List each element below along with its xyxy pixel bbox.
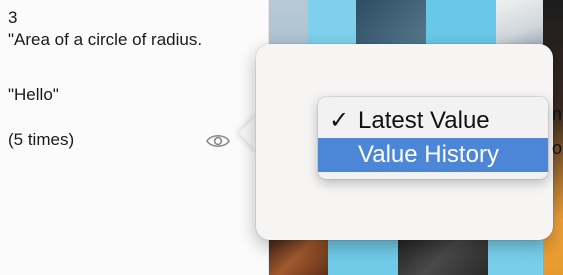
result-value-number: 3 (8, 8, 18, 27)
menu-item-label: Value History (358, 141, 499, 168)
popover-arrow-cover (256, 108, 286, 158)
menu-item-value-history[interactable]: Value History (318, 138, 548, 172)
context-menu: ✓ Latest Value Value History (318, 97, 548, 179)
clipped-edge-text-b: o (552, 138, 563, 158)
checkmark-icon: ✓ (328, 107, 350, 134)
clipped-edge-text-a: n (552, 104, 563, 124)
result-value-string-hello: "Hello" (8, 85, 59, 104)
result-value-loop-count: (5 times) (8, 130, 75, 149)
eye-icon[interactable] (206, 132, 230, 150)
menu-item-latest-value[interactable]: ✓ Latest Value (318, 104, 548, 138)
menu-item-label: Latest Value (358, 107, 490, 134)
results-sidebar: 3 "Area of a circle of radius. "Hello" (… (0, 0, 269, 275)
result-value-string-area: "Area of a circle of radius. (8, 30, 203, 49)
